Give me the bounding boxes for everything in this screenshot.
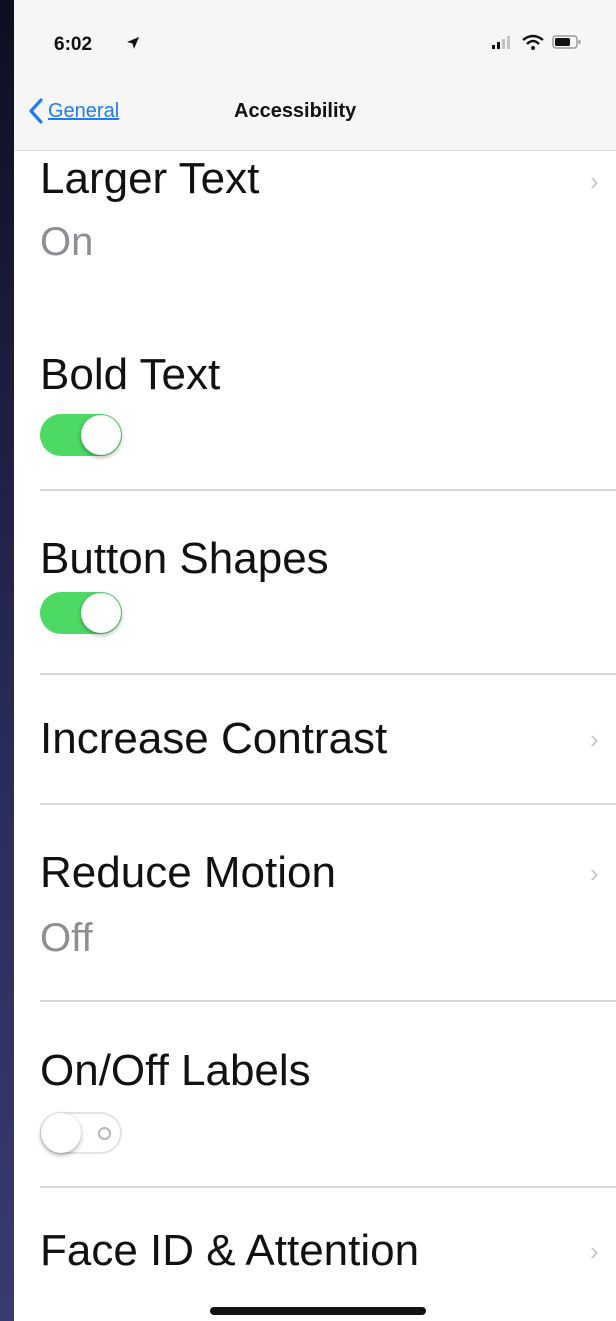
- separator: [40, 1186, 616, 1188]
- face-id-attention-row[interactable]: Face ID & Attention ›: [14, 1200, 616, 1310]
- on-off-labels-row: On/Off Labels: [14, 1030, 616, 1170]
- settings-screen: 6:02 General Accessibility Larger Text O…: [14, 0, 616, 1321]
- button-shapes-row: Button Shapes: [14, 520, 616, 670]
- toggle-knob: [81, 593, 121, 633]
- bold-text-row: Bold Text: [14, 340, 616, 490]
- button-shapes-label: Button Shapes: [40, 534, 329, 583]
- separator: [40, 489, 616, 491]
- larger-text-value: On: [40, 220, 94, 264]
- toggle-knob: [81, 415, 121, 455]
- chevron-right-icon: ›: [590, 858, 599, 888]
- chevron-right-icon: ›: [590, 724, 599, 754]
- home-indicator: [210, 1307, 426, 1315]
- reduce-motion-row[interactable]: Reduce Motion Off ›: [14, 830, 616, 990]
- on-off-labels-label: On/Off Labels: [40, 1046, 311, 1095]
- back-button[interactable]: General: [28, 98, 119, 124]
- separator: [40, 803, 616, 805]
- bold-text-toggle[interactable]: [40, 414, 122, 456]
- on-off-labels-toggle[interactable]: [40, 1112, 122, 1154]
- battery-icon: [552, 35, 581, 49]
- larger-text-label: Larger Text: [40, 154, 260, 203]
- reduce-motion-value: Off: [40, 916, 93, 960]
- reduce-motion-label: Reduce Motion: [40, 848, 336, 897]
- wifi-icon: [522, 34, 544, 50]
- back-button-label: General: [48, 99, 120, 122]
- navigation-bar: 6:02 General Accessibility: [14, 0, 616, 151]
- face-id-attention-label: Face ID & Attention: [40, 1226, 420, 1275]
- separator: [40, 1000, 616, 1002]
- status-icons: [492, 34, 582, 50]
- chevron-left-icon: [29, 98, 43, 124]
- status-time: 6:02: [54, 34, 93, 55]
- larger-text-row[interactable]: Larger Text On ›: [14, 150, 616, 300]
- page-title: Accessibility: [234, 100, 357, 122]
- chevron-right-icon: ›: [590, 1236, 599, 1266]
- off-indicator-icon: [98, 1127, 111, 1140]
- increase-contrast-label: Increase Contrast: [40, 714, 388, 763]
- bold-text-label: Bold Text: [40, 350, 221, 399]
- toggle-knob: [41, 1113, 81, 1153]
- button-shapes-toggle[interactable]: [40, 592, 122, 634]
- cellular-signal-icon: [492, 36, 510, 49]
- increase-contrast-row[interactable]: Increase Contrast ›: [14, 690, 616, 800]
- chevron-right-icon: ›: [590, 166, 599, 196]
- separator: [40, 673, 616, 675]
- location-arrow-icon: [127, 37, 139, 49]
- screen: 6:02 General Accessibility Larger Text O…: [0, 0, 616, 1321]
